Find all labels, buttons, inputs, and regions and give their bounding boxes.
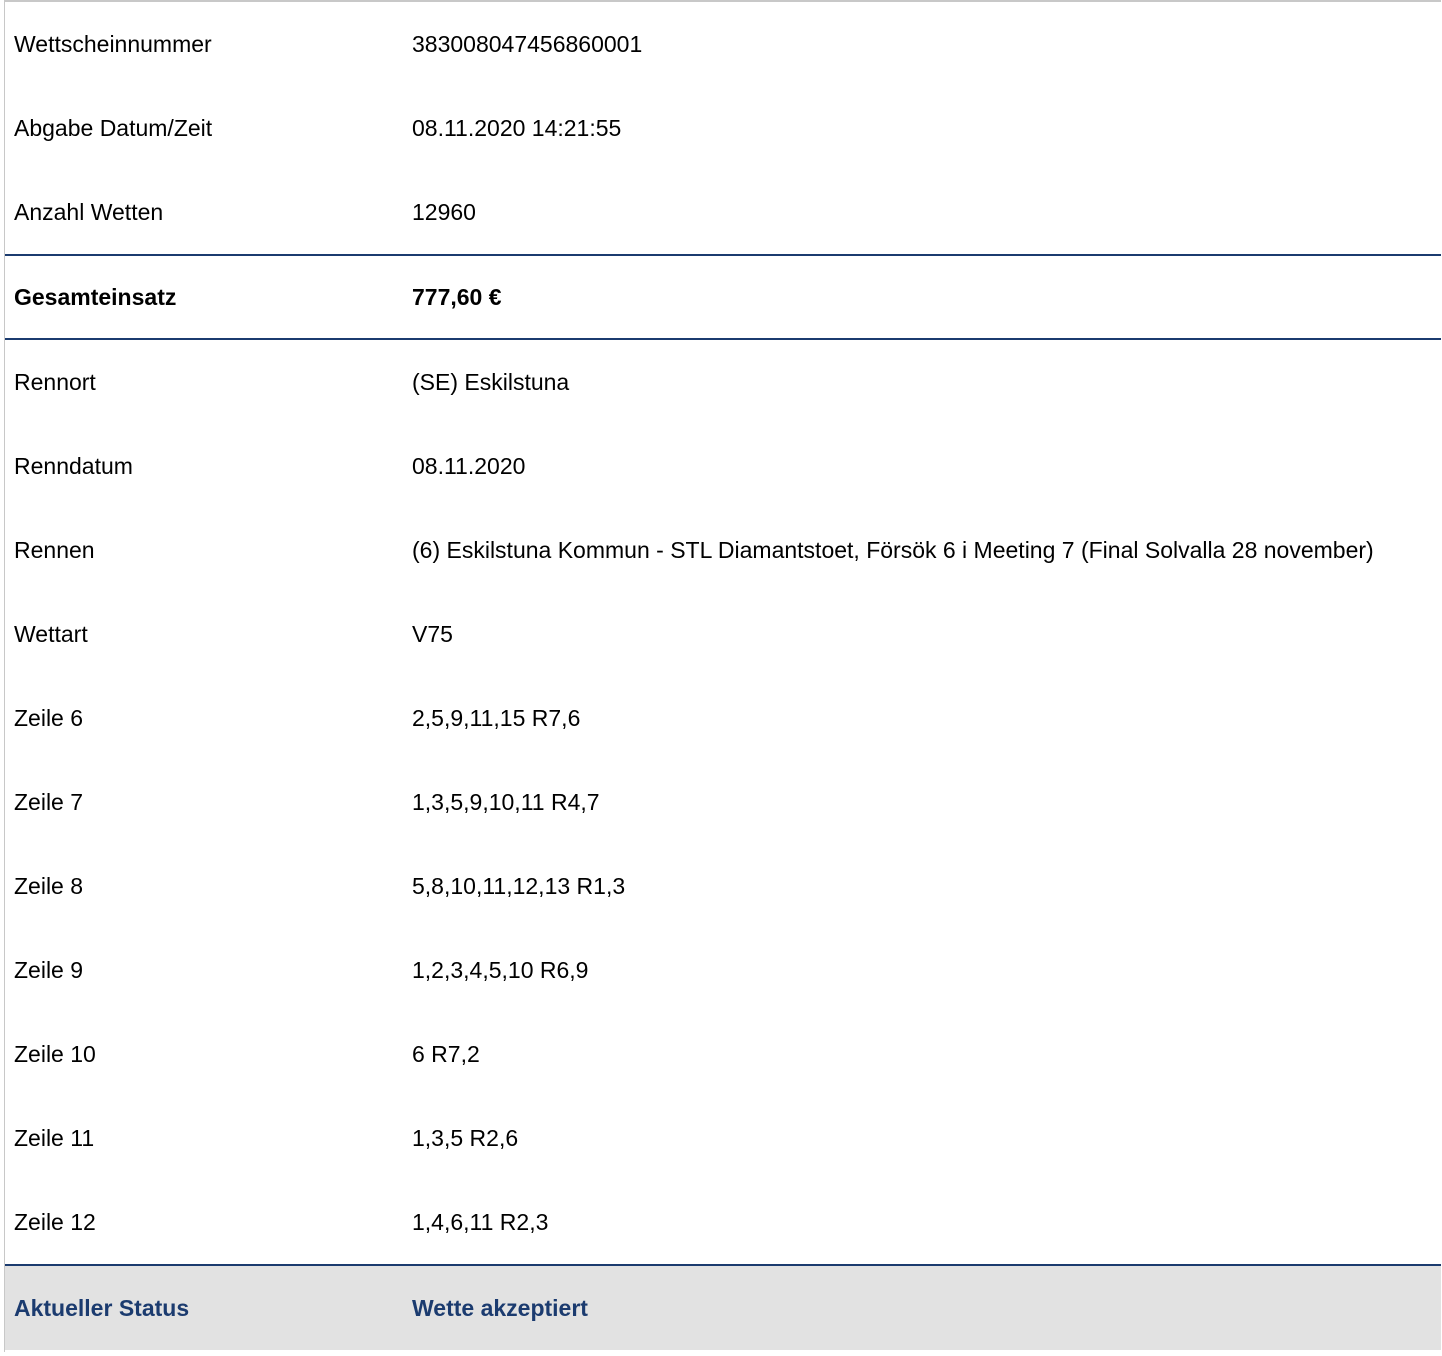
status-value: Wette akzeptiert xyxy=(412,1294,588,1321)
row-aktueller-status: Aktueller Status Wette akzeptiert xyxy=(5,1264,1441,1350)
row-zeile-10: Zeile 10 6 R7,2 xyxy=(5,1012,1441,1096)
bet-slip-details: Wettscheinnummer 383008047456860001 Abga… xyxy=(4,0,1441,1352)
row-value: 1,3,5 R2,6 xyxy=(412,1124,519,1151)
row-label: Wettscheinnummer xyxy=(14,30,212,57)
row-value: 08.11.2020 xyxy=(412,452,526,479)
row-label: Zeile 8 xyxy=(14,872,84,899)
row-label: Zeile 12 xyxy=(14,1208,96,1235)
row-label: Zeile 11 xyxy=(14,1124,95,1151)
row-label: Rennen xyxy=(14,536,95,563)
row-label: Wettart xyxy=(14,620,88,647)
row-value: 1,3,5,9,10,11 R4,7 xyxy=(412,788,600,815)
row-zeile-9: Zeile 9 1,2,3,4,5,10 R6,9 xyxy=(5,928,1441,1012)
row-value: V75 xyxy=(412,620,453,647)
row-wettscheinnummer: Wettscheinnummer 383008047456860001 xyxy=(5,2,1441,86)
row-zeile-12: Zeile 12 1,4,6,11 R2,3 xyxy=(5,1180,1441,1264)
row-value: 1,2,3,4,5,10 R6,9 xyxy=(412,956,589,983)
row-label: Zeile 7 xyxy=(14,788,84,815)
row-value: 383008047456860001 xyxy=(412,30,643,57)
row-rennen: Rennen (6) Eskilstuna Kommun - STL Diama… xyxy=(5,508,1441,592)
row-zeile-7: Zeile 7 1,3,5,9,10,11 R4,7 xyxy=(5,760,1441,844)
row-label: Renndatum xyxy=(14,452,133,479)
status-label: Aktueller Status xyxy=(14,1294,190,1321)
row-value: 5,8,10,11,12,13 R1,3 xyxy=(412,872,626,899)
row-label: Zeile 6 xyxy=(14,704,84,731)
row-abgabe-datum-zeit: Abgabe Datum/Zeit 08.11.2020 14:21:55 xyxy=(5,86,1441,170)
total-label: Gesamteinsatz xyxy=(14,283,177,310)
row-label: Zeile 9 xyxy=(14,956,84,983)
row-label: Anzahl Wetten xyxy=(14,198,164,225)
row-label: Zeile 10 xyxy=(14,1040,96,1067)
row-value: 08.11.2020 14:21:55 xyxy=(412,114,622,141)
row-value: 1,4,6,11 R2,3 xyxy=(412,1208,549,1235)
row-renndatum: Renndatum 08.11.2020 xyxy=(5,424,1441,508)
row-value: 2,5,9,11,15 R7,6 xyxy=(412,704,581,731)
row-label: Abgabe Datum/Zeit xyxy=(14,114,213,141)
row-gesamteinsatz: Gesamteinsatz 777,60 € xyxy=(5,254,1441,340)
row-value: 12960 xyxy=(412,198,476,225)
row-value: (6) Eskilstuna Kommun - STL Diamantstoet… xyxy=(412,536,1374,563)
row-zeile-8: Zeile 8 5,8,10,11,12,13 R1,3 xyxy=(5,844,1441,928)
total-value: 777,60 € xyxy=(412,283,502,310)
row-label: Rennort xyxy=(14,368,96,395)
row-rennort: Rennort (SE) Eskilstuna xyxy=(5,340,1441,424)
row-zeile-6: Zeile 6 2,5,9,11,15 R7,6 xyxy=(5,676,1441,760)
row-value: (SE) Eskilstuna xyxy=(412,368,570,395)
row-zeile-11: Zeile 11 1,3,5 R2,6 xyxy=(5,1096,1441,1180)
row-wettart: Wettart V75 xyxy=(5,592,1441,676)
row-value: 6 R7,2 xyxy=(412,1040,480,1067)
row-anzahl-wetten: Anzahl Wetten 12960 xyxy=(5,170,1441,254)
